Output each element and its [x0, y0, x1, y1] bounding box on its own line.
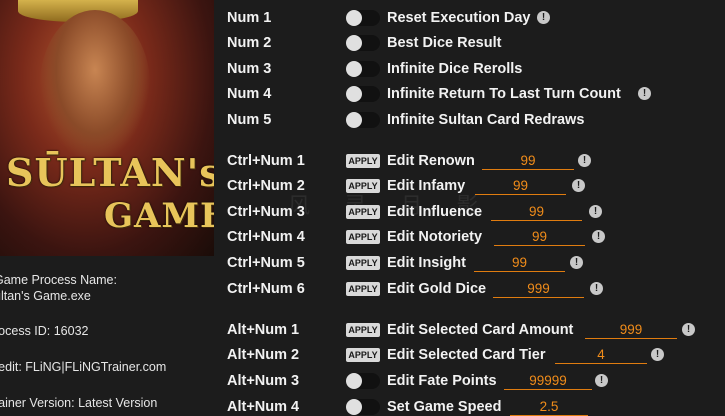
cheat-label: Infinite Dice Rerolls — [387, 61, 523, 77]
value-input[interactable]: 99 — [494, 228, 585, 246]
cheat-label: Edit Notoriety — [387, 229, 483, 245]
cheat-label: Infinite Sultan Card Redraws — [387, 112, 585, 128]
warning-icon[interactable]: ! — [638, 87, 651, 100]
apply-button[interactable]: APPLY — [346, 205, 380, 219]
toggle-knob — [346, 373, 362, 389]
cheat-label: Edit Fate Points — [387, 373, 497, 389]
warning-icon[interactable]: ! — [590, 282, 603, 295]
apply-button[interactable]: APPLY — [346, 323, 380, 337]
value-input[interactable]: 99 — [491, 203, 582, 221]
cheat-label: Best Dice Result — [387, 35, 502, 51]
value-input[interactable]: 2.5 — [510, 398, 588, 416]
cheat-label: Edit Insight — [387, 255, 466, 271]
apply-button[interactable]: APPLY — [346, 179, 380, 193]
apply-button[interactable]: APPLY — [346, 282, 380, 296]
toggle-switch[interactable] — [346, 35, 380, 51]
cheat-label: Edit Selected Card Amount — [387, 322, 574, 338]
warning-icon[interactable]: ! — [595, 374, 608, 387]
toggle-switch[interactable] — [346, 61, 380, 77]
game-title-line1: SŪLTAN's — [6, 150, 214, 195]
cheat-label: Edit Influence — [387, 204, 483, 220]
toggle-switch[interactable] — [346, 112, 380, 128]
value-input[interactable]: 99999 — [504, 372, 592, 390]
hotkey-label: Alt+Num 2 — [227, 347, 300, 363]
cheat-label: Edit Gold Dice — [387, 281, 487, 297]
cheat-label: Edit Selected Card Tier — [387, 347, 546, 363]
warning-icon[interactable]: ! — [537, 11, 550, 24]
warning-icon[interactable]: ! — [592, 230, 605, 243]
sultan-figure — [40, 10, 150, 160]
hotkey-label: Alt+Num 1 — [227, 322, 300, 338]
hotkey-label: Num 2 — [227, 35, 272, 51]
warning-icon[interactable]: ! — [589, 205, 602, 218]
toggle-switch[interactable] — [346, 86, 380, 102]
hotkey-label: Alt+Num 3 — [227, 373, 300, 389]
apply-button[interactable]: APPLY — [346, 230, 380, 244]
warning-icon[interactable]: ! — [572, 179, 585, 192]
toggle-knob — [346, 112, 362, 128]
toggle-switch[interactable] — [346, 373, 380, 389]
toggle-knob — [346, 61, 362, 77]
cheat-label: Set Game Speed — [387, 399, 502, 415]
cheat-label: Reset Execution Day — [387, 10, 531, 26]
value-input[interactable]: 999 — [493, 280, 584, 298]
hotkey-label: Ctrl+Num 3 — [227, 204, 305, 220]
warning-icon[interactable]: ! — [578, 154, 591, 167]
cheat-label: Edit Renown — [387, 153, 475, 169]
value-input[interactable]: 99 — [474, 254, 565, 272]
warning-icon[interactable]: ! — [570, 256, 583, 269]
value-input[interactable]: 4 — [555, 346, 647, 364]
warning-icon[interactable]: ! — [651, 348, 664, 361]
value-input[interactable]: 99 — [482, 152, 574, 170]
hotkey-label: Ctrl+Num 1 — [227, 153, 305, 169]
cheat-label: Infinite Return To Last Turn Count — [387, 86, 621, 102]
toggle-knob — [346, 86, 362, 102]
trainer-version: rainer Version: Latest Version — [0, 396, 158, 410]
hotkey-label: Num 3 — [227, 61, 272, 77]
apply-button[interactable]: APPLY — [346, 154, 380, 168]
process-name-value: ultan's Game.exe — [0, 289, 91, 303]
hotkey-label: Num 5 — [227, 112, 272, 128]
toggle-switch[interactable] — [346, 10, 380, 26]
toggle-knob — [346, 10, 362, 26]
game-cover-art: SŪLTAN's GAME — [0, 0, 214, 256]
cheat-label: Edit Infamy — [387, 178, 466, 194]
hotkey-label: Num 1 — [227, 10, 272, 26]
hotkey-label: Ctrl+Num 2 — [227, 178, 305, 194]
game-title-line2: GAME — [104, 196, 214, 236]
credit-text: redit: FLiNG|FLiNGTrainer.com — [0, 360, 167, 374]
apply-button[interactable]: APPLY — [346, 348, 380, 362]
warning-icon[interactable]: ! — [682, 323, 695, 336]
toggle-switch[interactable] — [346, 399, 380, 415]
process-id: rocess ID: 16032 — [0, 324, 89, 338]
value-input[interactable]: 999 — [585, 321, 677, 339]
hotkey-label: Ctrl+Num 6 — [227, 281, 305, 297]
hotkey-label: Alt+Num 4 — [227, 399, 300, 415]
hotkey-label: Num 4 — [227, 86, 272, 102]
toggle-knob — [346, 399, 362, 415]
toggle-knob — [346, 35, 362, 51]
hotkey-label: Ctrl+Num 5 — [227, 255, 305, 271]
hotkey-label: Ctrl+Num 4 — [227, 229, 305, 245]
process-name-label: Game Process Name: — [0, 273, 117, 287]
value-input[interactable]: 99 — [475, 177, 566, 195]
apply-button[interactable]: APPLY — [346, 256, 380, 270]
